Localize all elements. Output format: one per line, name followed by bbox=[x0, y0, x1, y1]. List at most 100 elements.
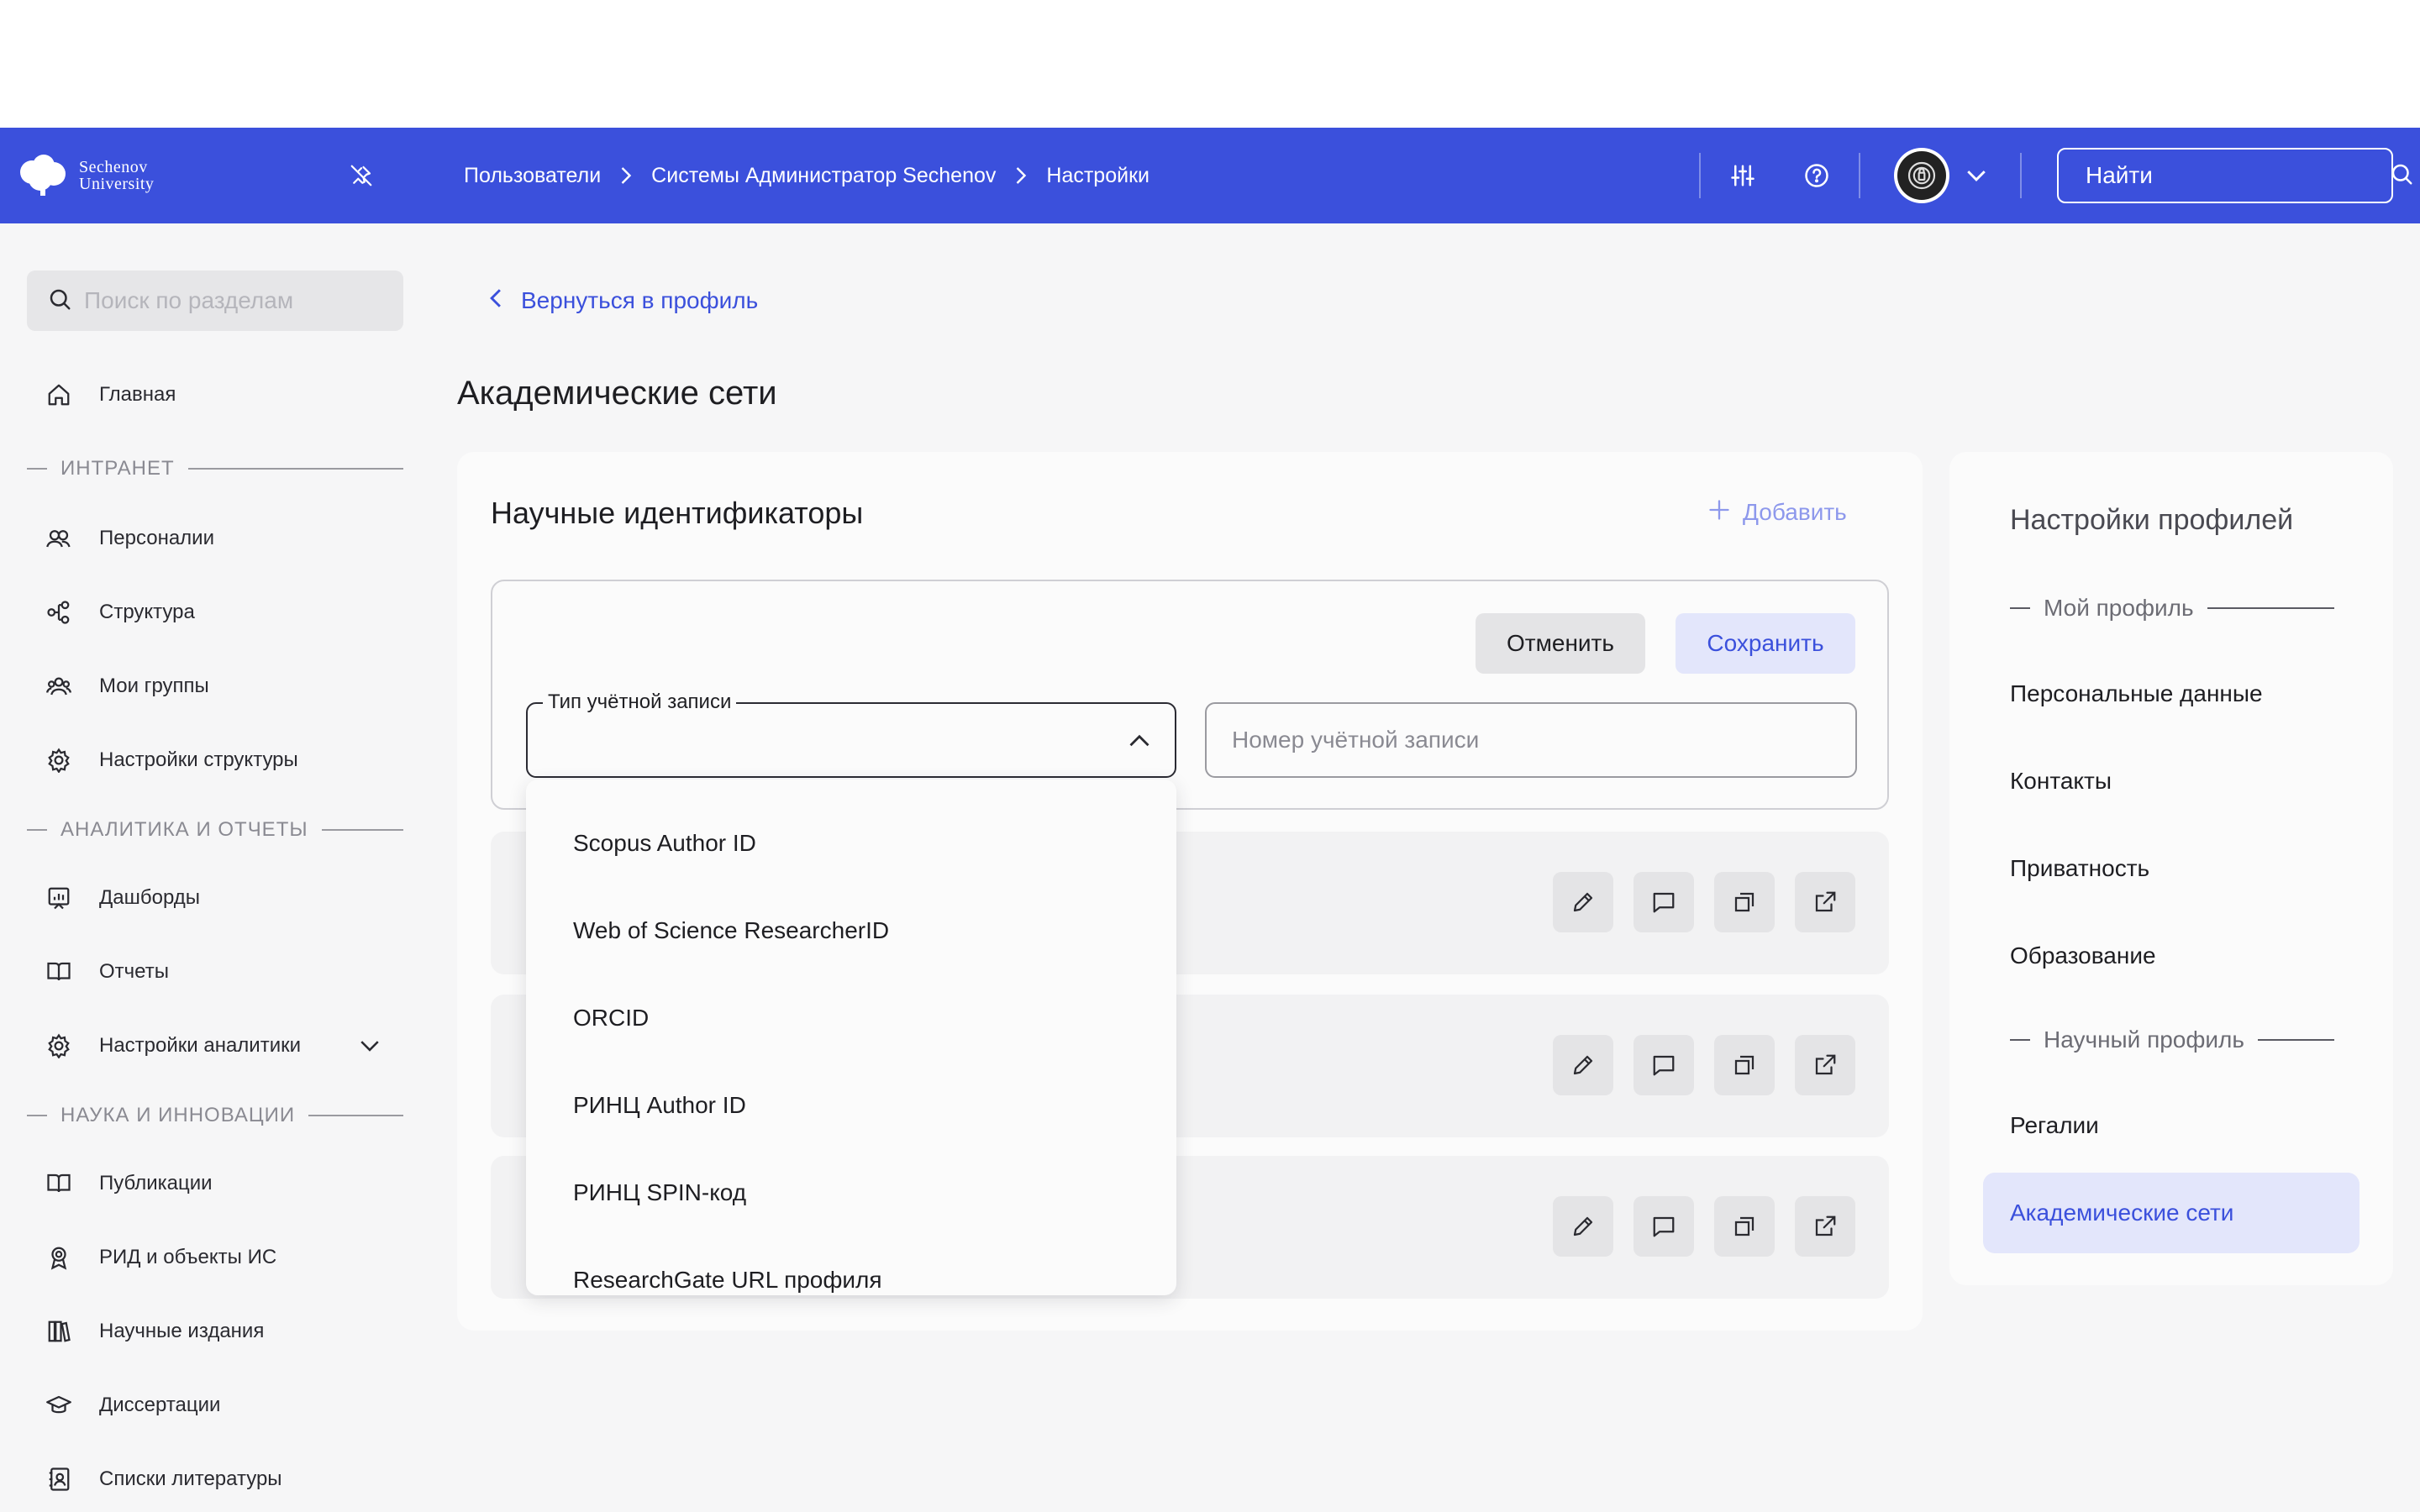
external-link-icon[interactable] bbox=[1795, 1196, 1855, 1257]
copy-icon[interactable] bbox=[1714, 1196, 1775, 1257]
sidebar-item-my-groups[interactable]: Мои группы bbox=[44, 668, 209, 705]
comment-icon[interactable] bbox=[1634, 1035, 1694, 1095]
sidebar-item-label: Дашборды bbox=[99, 886, 200, 909]
sidebar-item-label: Публикации bbox=[99, 1172, 213, 1194]
edit-pencil-icon[interactable] bbox=[1553, 1196, 1613, 1257]
sidebar-item-rid[interactable]: РИД и объекты ИС bbox=[44, 1239, 276, 1276]
sidebar-item-structure[interactable]: Структура bbox=[44, 594, 195, 631]
header-divider bbox=[1859, 153, 1860, 198]
breadcrumb-settings[interactable]: Настройки bbox=[1046, 164, 1150, 188]
chevron-down-icon[interactable] bbox=[353, 1029, 387, 1063]
sidebar-item-journals[interactable]: Научные издания bbox=[44, 1313, 264, 1350]
option-scopus[interactable]: Scopus Author ID bbox=[573, 827, 756, 860]
chevron-left-icon bbox=[487, 287, 504, 315]
chevron-right-icon bbox=[601, 165, 651, 186]
plus-icon bbox=[1707, 498, 1731, 528]
contacts-book-icon bbox=[44, 1464, 74, 1494]
panel-item-education[interactable]: Образование bbox=[2010, 939, 2156, 973]
panel-item-academic-networks[interactable]: Академические сети bbox=[1983, 1173, 2360, 1253]
home-icon bbox=[44, 380, 74, 410]
section-science: НАУКА И ИННОВАЦИИ bbox=[27, 1103, 403, 1128]
account-number-field bbox=[1205, 702, 1857, 778]
sidebar-item-label: Мои группы bbox=[99, 675, 209, 697]
option-rinc-author-id[interactable]: РИНЦ Author ID bbox=[573, 1089, 746, 1122]
add-button-label: Добавить bbox=[1743, 499, 1847, 525]
sidebar-item-bibliographies[interactable]: Списки литературы bbox=[44, 1461, 282, 1498]
account-type-label: Тип учётной записи bbox=[543, 690, 737, 714]
header-divider bbox=[1699, 153, 1701, 198]
university-logo[interactable]: Sechenov University bbox=[17, 153, 154, 198]
copy-icon[interactable] bbox=[1714, 1035, 1775, 1095]
chevron-down-icon[interactable] bbox=[1958, 157, 1995, 194]
copy-icon[interactable] bbox=[1714, 872, 1775, 932]
option-researchgate[interactable]: ResearchGate URL профиля bbox=[573, 1263, 882, 1295]
edit-pencil-icon[interactable] bbox=[1553, 872, 1613, 932]
section-analytics: АНАЛИТИКА И ОТЧЕТЫ bbox=[27, 817, 403, 843]
sidebar-item-label: Главная bbox=[99, 383, 176, 406]
sidebar-item-publications[interactable]: Публикации bbox=[44, 1165, 213, 1202]
panel-title: Настройки профилей bbox=[2010, 504, 2294, 536]
groups-icon bbox=[44, 671, 74, 701]
sidebar-item-label: Персоналии bbox=[99, 527, 214, 549]
help-icon[interactable] bbox=[1798, 157, 1835, 194]
gear-icon bbox=[44, 1031, 74, 1061]
account-type-select[interactable]: Тип учётной записи bbox=[526, 690, 1176, 778]
chevron-up-icon[interactable] bbox=[1123, 724, 1156, 758]
search-icon bbox=[47, 286, 72, 316]
external-link-icon[interactable] bbox=[1795, 872, 1855, 932]
sidebar-item-label: Настройки аналитики bbox=[99, 1034, 302, 1057]
sidebar-item-dashboards[interactable]: Дашборды bbox=[44, 879, 200, 916]
option-rinc-spin[interactable]: РИНЦ SPIN-код bbox=[573, 1176, 746, 1210]
search-icon[interactable] bbox=[2389, 161, 2414, 191]
breadcrumb-users[interactable]: Пользователи bbox=[464, 164, 601, 188]
cancel-button[interactable]: Отменить bbox=[1476, 613, 1645, 674]
sidebar-item-label: Отчеты bbox=[99, 960, 169, 983]
sidebar-item-analytics-settings[interactable]: Настройки аналитики bbox=[44, 1027, 301, 1064]
sidebar-search-input[interactable] bbox=[84, 287, 403, 314]
avatar-image bbox=[1897, 151, 1946, 200]
save-button[interactable]: Сохранить bbox=[1676, 613, 1855, 674]
section-label: Мой профиль bbox=[2044, 595, 2194, 621]
comment-icon[interactable] bbox=[1634, 872, 1694, 932]
sidebar-search bbox=[27, 270, 403, 331]
graduation-cap-icon bbox=[44, 1390, 74, 1420]
option-wos[interactable]: Web of Science ResearcherID bbox=[573, 914, 889, 948]
sidebar-item-label: Научные издания bbox=[99, 1320, 265, 1342]
panel-item-privacy[interactable]: Приватность bbox=[2010, 852, 2149, 885]
dashboard-icon bbox=[44, 883, 74, 913]
new-identifier-form: Отменить Сохранить Тип учётной записи bbox=[491, 580, 1889, 810]
tree-logo-icon bbox=[20, 155, 66, 196]
sidebar-item-label: Списки литературы bbox=[99, 1467, 282, 1490]
sidebar-item-people[interactable]: Персоналии bbox=[44, 520, 214, 557]
avatar[interactable] bbox=[1894, 148, 1949, 203]
unpin-sidebar-icon[interactable] bbox=[345, 159, 378, 192]
account-number-input[interactable] bbox=[1232, 727, 1855, 753]
section-my-profile: Мой профиль bbox=[2010, 593, 2334, 623]
filters-icon[interactable] bbox=[1724, 157, 1761, 194]
sidebar-item-dissertations[interactable]: Диссертации bbox=[44, 1387, 220, 1424]
panel-item-contacts[interactable]: Контакты bbox=[2010, 764, 2112, 798]
external-link-icon[interactable] bbox=[1795, 1035, 1855, 1095]
section-label: ИНТРАНЕТ bbox=[60, 457, 175, 480]
panel-item-regalia[interactable]: Регалии bbox=[2010, 1109, 2099, 1142]
global-search-input[interactable] bbox=[2086, 162, 2389, 189]
add-button[interactable]: Добавить bbox=[1707, 496, 1847, 529]
back-to-profile-link[interactable]: Вернуться в профиль bbox=[487, 282, 758, 319]
sidebar-item-label: Настройки структуры bbox=[99, 748, 298, 771]
book-icon bbox=[44, 957, 74, 987]
panel-item-personal-data[interactable]: Персональные данные bbox=[2010, 677, 2263, 711]
option-orcid[interactable]: ORCID bbox=[573, 1001, 649, 1035]
back-link-label: Вернуться в профиль bbox=[521, 287, 759, 313]
sidebar-item-structure-settings[interactable]: Настройки структуры bbox=[44, 742, 298, 779]
gear-icon bbox=[44, 745, 74, 775]
comment-icon[interactable] bbox=[1634, 1196, 1694, 1257]
sidebar-item-reports[interactable]: Отчеты bbox=[44, 953, 169, 990]
breadcrumb: Пользователи Системы Администратор Seche… bbox=[464, 128, 1150, 223]
sidebar-item-label: Диссертации bbox=[99, 1394, 221, 1416]
sidebar-item-home[interactable]: Главная bbox=[44, 376, 176, 413]
global-search bbox=[2057, 148, 2412, 203]
section-science-profile: Научный профиль bbox=[2010, 1025, 2334, 1055]
structure-icon bbox=[44, 597, 74, 627]
edit-pencil-icon[interactable] bbox=[1553, 1035, 1613, 1095]
breadcrumb-system-admin[interactable]: Системы Администратор Sechenov bbox=[651, 164, 996, 188]
